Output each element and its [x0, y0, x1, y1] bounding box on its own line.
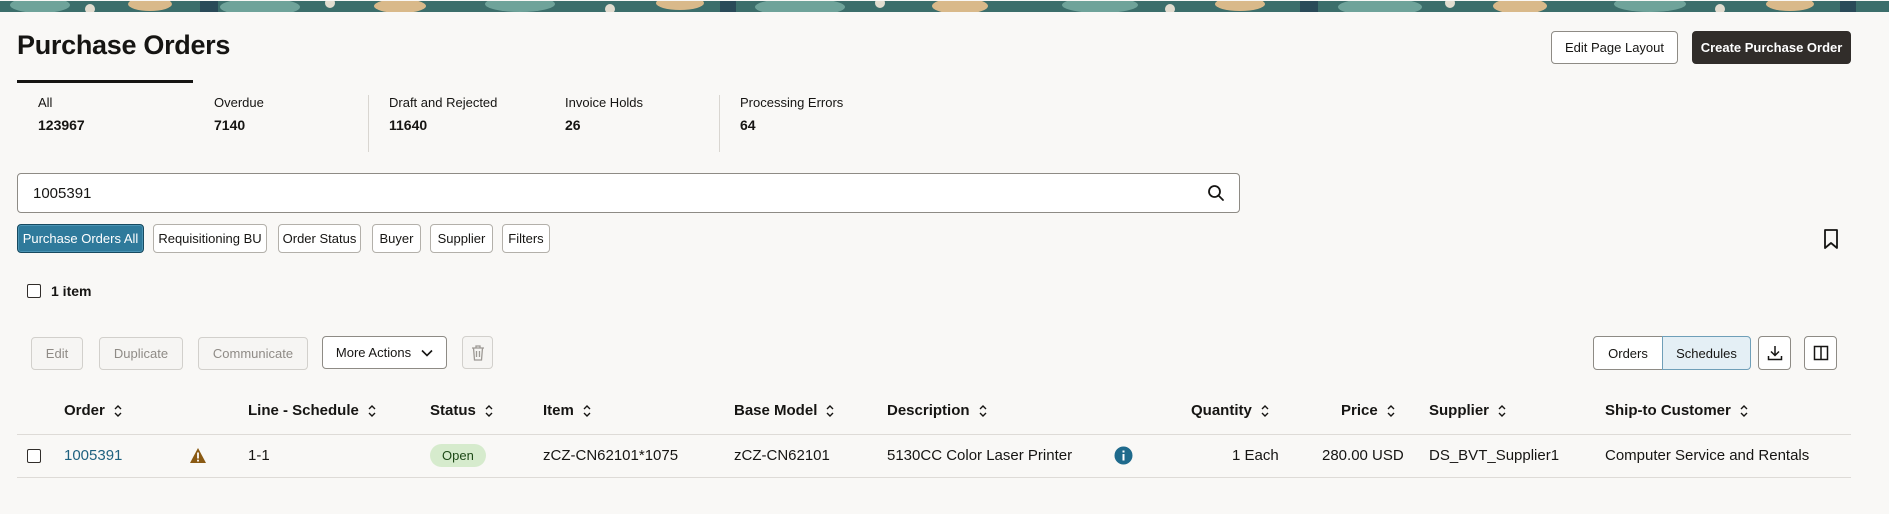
filter-buyer[interactable]: Buyer	[372, 224, 421, 253]
warning-icon[interactable]	[189, 447, 207, 464]
select-all-checkbox[interactable]	[27, 284, 41, 298]
kpi-value: 123967	[38, 117, 85, 133]
sort-icon	[826, 404, 834, 417]
sort-icon	[485, 404, 493, 417]
column-header-base-model[interactable]: Base Model	[734, 402, 835, 419]
base-model-cell: zCZ-CN62101	[734, 447, 830, 464]
column-label: Order	[64, 402, 105, 419]
view-schedules-toggle[interactable]: Schedules	[1662, 336, 1751, 370]
filter-filters[interactable]: Filters	[502, 224, 550, 253]
kpi-divider	[719, 95, 720, 152]
line-schedule-cell: 1-1	[248, 447, 270, 464]
column-manager-button[interactable]	[1804, 336, 1837, 370]
search-icon[interactable]	[1207, 184, 1225, 202]
kpi-value: 64	[740, 117, 756, 133]
column-header-item[interactable]: Item	[543, 402, 592, 419]
download-icon	[1767, 346, 1782, 361]
kpi-strip: All 123967 Overdue 7140 Draft and Reject…	[0, 95, 900, 155]
column-label: Supplier	[1429, 402, 1490, 419]
search-input[interactable]: 1005391	[17, 173, 1240, 213]
kpi-overdue[interactable]: Overdue 7140	[214, 95, 264, 133]
kpi-label: Processing Errors	[740, 95, 844, 110]
edit-button[interactable]: Edit	[31, 337, 83, 370]
column-label: Ship-to Customer	[1605, 402, 1731, 419]
column-header-status[interactable]: Status	[430, 402, 494, 419]
sort-icon	[1387, 404, 1395, 417]
kpi-value: 11640	[389, 117, 428, 133]
kpi-processing-errors[interactable]: Processing Errors 64	[740, 95, 843, 133]
view-orders-toggle[interactable]: Orders	[1593, 336, 1663, 370]
more-actions-label: More Actions	[335, 345, 412, 360]
delete-button[interactable]	[462, 336, 493, 369]
supplier-cell: DS_BVT_Supplier1	[1429, 447, 1560, 464]
kpi-draft-rejected[interactable]: Draft and Rejected 11640	[389, 95, 497, 133]
columns-icon	[1813, 345, 1828, 361]
filter-purchase-orders-all[interactable]: Purchase Orders All	[17, 224, 144, 253]
kpi-label: All	[38, 95, 53, 110]
column-label: Status	[430, 402, 476, 419]
more-actions-button[interactable]: More Actions	[322, 336, 447, 369]
sort-icon	[979, 404, 987, 417]
kpi-all[interactable]: All 123967	[38, 95, 85, 133]
column-label: Description	[887, 402, 970, 419]
description-cell: 5130CC Color Laser Printer	[887, 447, 1073, 464]
kpi-divider	[368, 95, 369, 152]
column-header-ship-to-customer[interactable]: Ship-to Customer	[1605, 402, 1749, 419]
column-label: Price	[1341, 402, 1378, 419]
column-header-description[interactable]: Description	[887, 402, 988, 419]
create-purchase-order-button[interactable]: Create Purchase Order	[1692, 31, 1851, 64]
trash-icon	[471, 344, 484, 361]
column-header-quantity[interactable]: Quantity	[1191, 402, 1270, 419]
search-value: 1005391	[33, 185, 92, 202]
kpi-label: Overdue	[214, 95, 264, 110]
column-header-line-schedule[interactable]: Line - Schedule	[248, 402, 377, 419]
column-label: Item	[543, 402, 574, 419]
kpi-value: 7140	[214, 117, 246, 133]
column-header-price[interactable]: Price	[1341, 402, 1396, 419]
filter-supplier[interactable]: Supplier	[430, 224, 493, 253]
column-label: Line - Schedule	[248, 402, 359, 419]
kpi-label: Invoice Holds	[565, 95, 644, 110]
filter-order-status[interactable]: Order Status	[278, 224, 361, 253]
kpi-label: Draft and Rejected	[389, 95, 498, 110]
sort-icon	[1740, 404, 1748, 417]
title-underline	[17, 80, 193, 83]
ship-to-customer-cell: Computer Service and Rentals	[1605, 447, 1810, 464]
status-badge: Open	[430, 444, 486, 467]
quantity-cell: 1 Each	[1232, 447, 1279, 464]
sort-icon	[1261, 404, 1269, 417]
column-label: Quantity	[1191, 402, 1252, 419]
order-number-link[interactable]: 1005391	[64, 447, 122, 464]
select-all: 1 item	[27, 283, 91, 299]
info-icon[interactable]	[1114, 446, 1133, 465]
table-row-divider	[17, 477, 1851, 478]
column-header-supplier[interactable]: Supplier	[1429, 402, 1507, 419]
row-checkbox[interactable]	[27, 449, 41, 463]
table-header-divider	[17, 434, 1851, 435]
edit-page-layout-button[interactable]: Edit Page Layout	[1551, 31, 1678, 64]
item-count: 1 item	[51, 283, 92, 299]
kpi-value: 26	[565, 117, 581, 133]
duplicate-button[interactable]: Duplicate	[99, 337, 183, 370]
column-header-order[interactable]: Order	[64, 402, 123, 419]
communicate-button[interactable]: Communicate	[198, 337, 308, 370]
sort-icon	[114, 404, 122, 417]
header-banner	[0, 0, 1889, 12]
item-cell: zCZ-CN62101*1075	[543, 447, 679, 464]
price-cell: 280.00 USD	[1322, 447, 1404, 464]
page-title: Purchase Orders	[17, 30, 231, 60]
sort-icon	[583, 404, 591, 417]
download-button[interactable]	[1758, 336, 1791, 370]
column-label: Base Model	[734, 402, 818, 419]
sort-icon	[368, 404, 376, 417]
kpi-invoice-holds[interactable]: Invoice Holds 26	[565, 95, 643, 133]
sort-icon	[1498, 404, 1506, 417]
chevron-down-icon	[421, 349, 433, 357]
bookmark-icon[interactable]	[1822, 228, 1840, 250]
filter-requisitioning-bu[interactable]: Requisitioning BU	[153, 224, 267, 253]
